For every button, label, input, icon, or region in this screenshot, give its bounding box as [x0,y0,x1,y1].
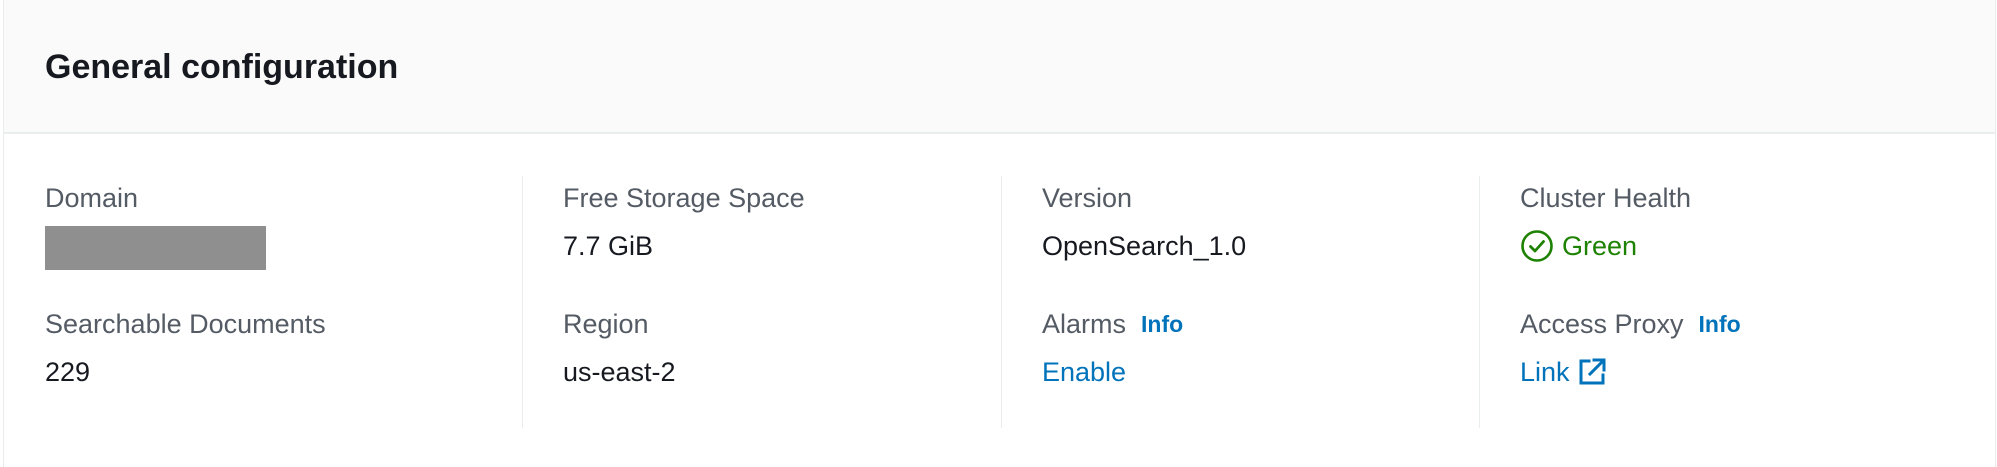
field-searchable-documents: Searchable Documents 229 [45,306,326,390]
column-storage: Free Storage Space 7.7 GiB Region us-eas… [563,176,1003,428]
searchable-documents-value: 229 [45,357,91,387]
domain-label: Domain [45,183,139,213]
version-label: Version [1042,183,1133,213]
free-storage-space-label: Free Storage Space [563,183,805,213]
field-region: Region us-east-2 [563,306,676,390]
alarms-value-row: Enable [1042,354,1183,390]
domain-value-redacted [45,226,266,270]
access-proxy-value-row: Link [1520,354,1741,390]
access-proxy-info-link[interactable]: Info [1699,306,1741,342]
external-link-icon[interactable] [1576,356,1608,388]
alarms-label-row: Alarms Info [1042,306,1183,342]
cluster-health-value-row: Green [1520,228,1691,264]
column-domain: Domain Searchable Documents 229 [45,176,485,428]
free-storage-space-value: 7.7 GiB [563,231,654,261]
field-version: Version OpenSearch_1.0 [1042,180,1246,264]
access-proxy-label: Access Proxy [1520,309,1684,339]
field-free-storage-space: Free Storage Space 7.7 GiB [563,180,805,264]
field-alarms: Alarms Info Enable [1042,306,1183,390]
field-cluster-health: Cluster Health Green [1520,180,1691,264]
column-divider [1479,176,1480,428]
general-configuration-panel: General configuration Domain Searchable … [3,0,1996,467]
access-proxy-link[interactable]: Link [1520,354,1570,390]
alarms-label: Alarms [1042,309,1127,339]
searchable-documents-label: Searchable Documents [45,309,326,339]
column-health: Cluster Health Green Access Proxy Info L… [1520,176,1960,428]
cluster-health-value: Green [1562,231,1638,261]
cluster-health-label: Cluster Health [1520,183,1692,213]
field-domain: Domain [45,180,266,270]
access-proxy-label-row: Access Proxy Info [1520,306,1741,342]
panel-title: General configuration [45,48,399,86]
column-version: Version OpenSearch_1.0 Alarms Info Enabl… [1042,176,1482,428]
column-divider [522,176,523,428]
check-circle-icon [1520,229,1554,263]
column-divider [1001,176,1002,428]
version-value: OpenSearch_1.0 [1042,231,1247,261]
region-value: us-east-2 [563,357,676,387]
panel-header: General configuration [4,0,1995,134]
enable-alarms-link[interactable]: Enable [1042,354,1126,390]
region-label: Region [563,309,649,339]
field-access-proxy: Access Proxy Info Link [1520,306,1741,390]
alarms-info-link[interactable]: Info [1141,306,1183,342]
